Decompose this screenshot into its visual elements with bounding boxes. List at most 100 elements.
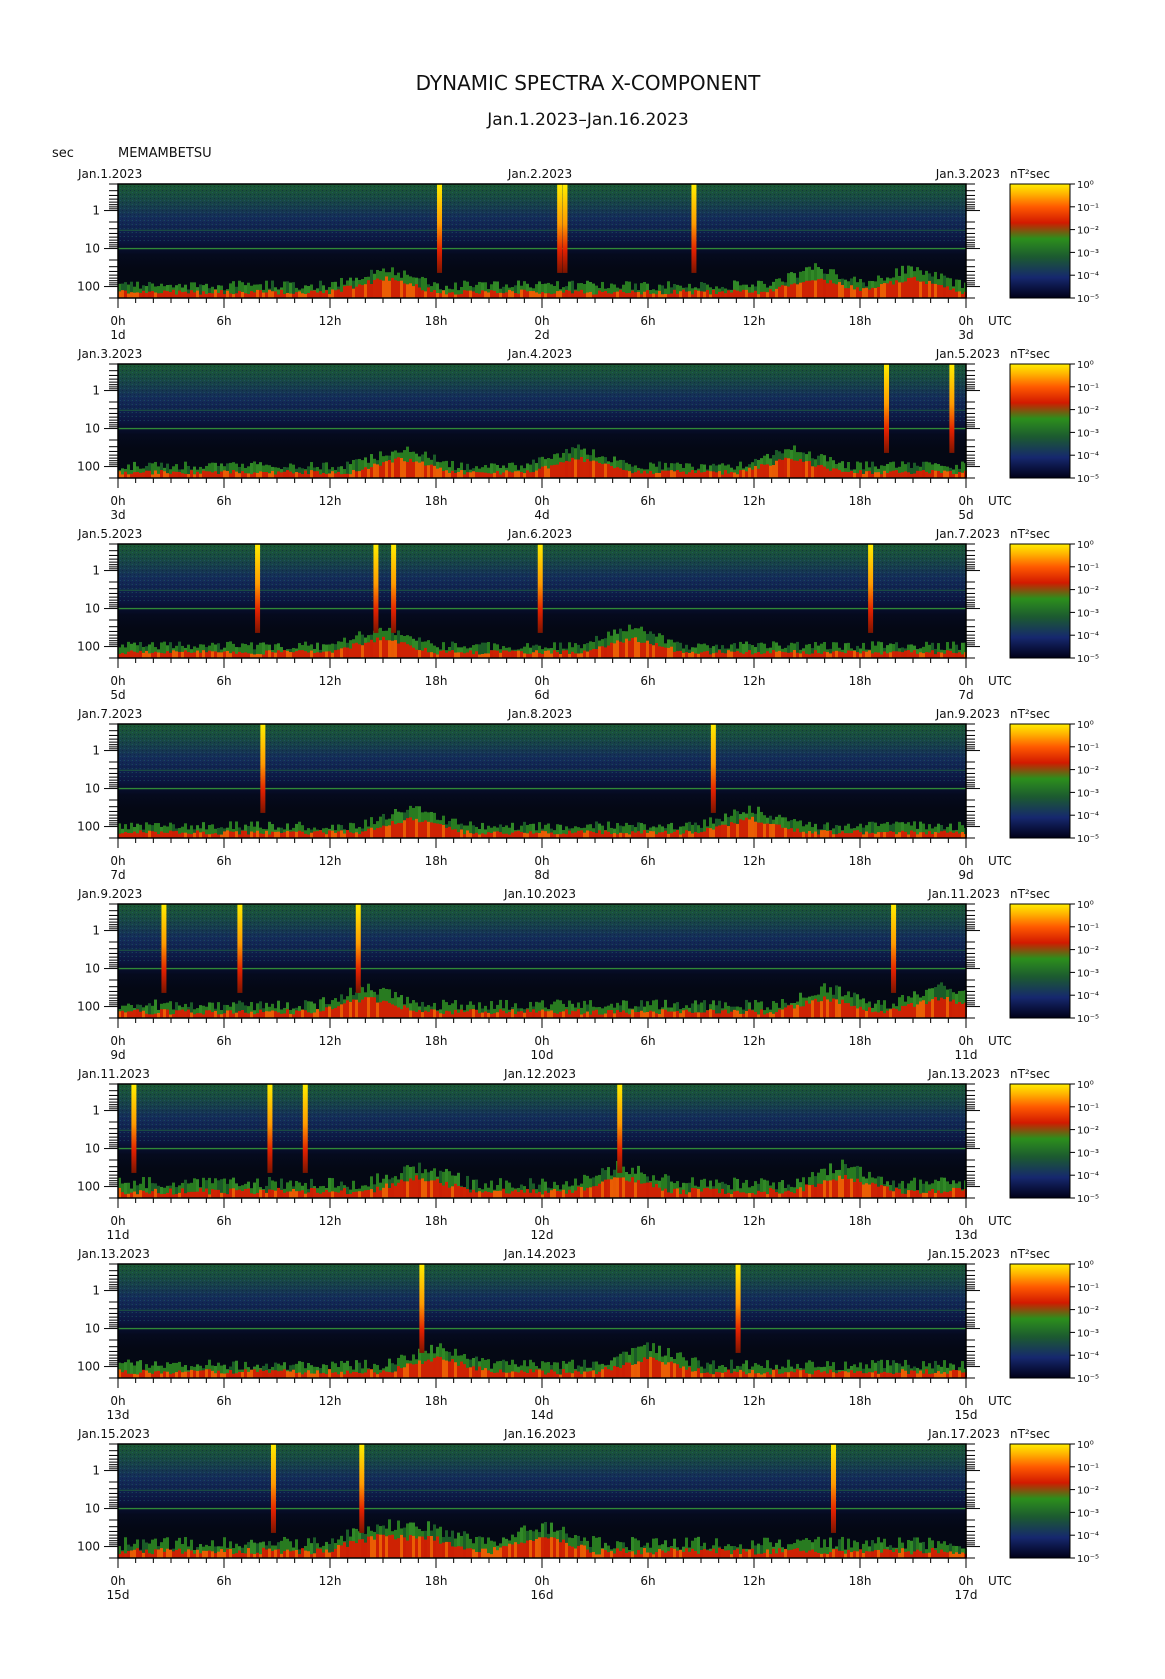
activity-intense xyxy=(337,649,340,658)
activity-intense xyxy=(403,642,406,658)
colorbar-tick-label: 10⁻⁵ xyxy=(1077,474,1099,485)
activity-intense xyxy=(778,459,781,478)
activity-intense xyxy=(193,1191,196,1198)
activity-intense xyxy=(625,1362,628,1378)
activity-intense xyxy=(718,471,721,478)
activity-intense xyxy=(217,1189,220,1198)
activity-intense xyxy=(715,826,718,838)
activity-intense xyxy=(583,1371,586,1378)
activity-intense xyxy=(955,1187,958,1198)
activity-intense xyxy=(724,824,727,838)
activity-intense xyxy=(886,472,889,478)
activity-intense xyxy=(673,1188,676,1198)
activity-intense xyxy=(301,1190,304,1198)
activity-intense xyxy=(760,1192,763,1198)
activity-intense xyxy=(754,821,757,838)
activity-intense xyxy=(430,1009,433,1018)
activity-intense xyxy=(922,1000,925,1018)
activity-intense xyxy=(145,1192,148,1198)
colorbar-tick-label: 10⁻¹ xyxy=(1077,1103,1099,1114)
activity-intense xyxy=(760,464,763,478)
activity-intense xyxy=(457,1365,460,1378)
activity-intense xyxy=(352,643,355,658)
activity-intense xyxy=(850,1006,853,1018)
activity-intense xyxy=(655,1359,658,1378)
activity-intense xyxy=(604,463,607,478)
activity-intense xyxy=(409,817,412,838)
activity-intense xyxy=(739,652,742,658)
activity-intense xyxy=(580,457,583,478)
activity-intense xyxy=(412,820,415,838)
activity-intense xyxy=(337,831,340,838)
activity-intense xyxy=(376,1186,379,1198)
activity-intense xyxy=(412,1364,415,1378)
activity-intense xyxy=(145,470,148,478)
activity-intense xyxy=(676,1188,679,1198)
activity-intense xyxy=(859,1006,862,1018)
activity-intense xyxy=(256,1371,259,1378)
activity-intense xyxy=(598,646,601,658)
activity-intense xyxy=(190,1191,193,1198)
activity-intense xyxy=(547,1192,550,1198)
activity-intense xyxy=(754,465,757,478)
activity-intense xyxy=(529,291,532,298)
activity-intense xyxy=(355,642,358,658)
activity-intense xyxy=(775,1192,778,1198)
x-tick-label: 0h xyxy=(534,674,549,688)
activity-intense xyxy=(391,1004,394,1018)
activity-intense xyxy=(628,1181,631,1198)
activity-intense xyxy=(286,1191,289,1198)
activity-intense xyxy=(487,292,490,298)
activity-intense xyxy=(151,1191,154,1198)
activity-intense xyxy=(322,1010,325,1018)
colorbar-unit-label: nT²sec xyxy=(1010,1247,1050,1261)
activity-intense xyxy=(544,831,547,838)
activity-intense xyxy=(703,1372,706,1378)
activity-intense xyxy=(403,283,406,298)
activity-intense xyxy=(952,999,955,1018)
y-tick-label: 100 xyxy=(77,1180,100,1194)
activity-intense xyxy=(682,1010,685,1018)
activity-intense xyxy=(610,1179,613,1198)
activity-intense xyxy=(283,1192,286,1198)
activity-intense xyxy=(577,291,580,298)
activity-intense xyxy=(394,1185,397,1198)
activity-intense xyxy=(856,1371,859,1378)
activity-intense xyxy=(907,1004,910,1018)
activity-intense xyxy=(721,291,724,298)
activity-intense xyxy=(484,472,487,478)
activity-intense xyxy=(208,1010,211,1018)
activity-intense xyxy=(853,289,856,298)
activity-intense xyxy=(157,1012,160,1018)
activity-intense xyxy=(880,832,883,838)
activity-intense xyxy=(553,1012,556,1018)
activity-intense xyxy=(142,832,145,838)
activity-intense xyxy=(883,1371,886,1378)
activity-intense xyxy=(361,285,364,298)
activity-intense xyxy=(685,1009,688,1018)
activity-intense xyxy=(961,1190,964,1198)
x-tick-label: 18h xyxy=(425,674,448,688)
colorbar-tick-label: 10⁻⁴ xyxy=(1077,811,1099,822)
activity-intense xyxy=(736,823,739,838)
activity-intense xyxy=(889,281,892,298)
activity-intense xyxy=(448,1361,451,1378)
x-tick-label: 18h xyxy=(425,854,448,868)
activity-intense xyxy=(898,651,901,658)
activity-intense xyxy=(541,466,544,478)
spike-event xyxy=(437,184,443,273)
activity-intense xyxy=(391,1372,394,1378)
activity-intense xyxy=(619,1177,622,1198)
activity-intense xyxy=(748,1009,751,1018)
day-label-mid: 12d xyxy=(531,1228,554,1242)
x-tick-label: 0h xyxy=(958,1214,973,1228)
activity-intense xyxy=(142,290,145,298)
activity-intense xyxy=(388,280,391,298)
x-tick-label: 12h xyxy=(319,1214,342,1228)
activity-intense xyxy=(271,470,274,478)
spike-event xyxy=(562,184,568,273)
activity-intense xyxy=(280,652,283,658)
activity-intense xyxy=(472,291,475,298)
y-tick-label: 10 xyxy=(85,1142,100,1156)
activity-intense xyxy=(823,279,826,298)
